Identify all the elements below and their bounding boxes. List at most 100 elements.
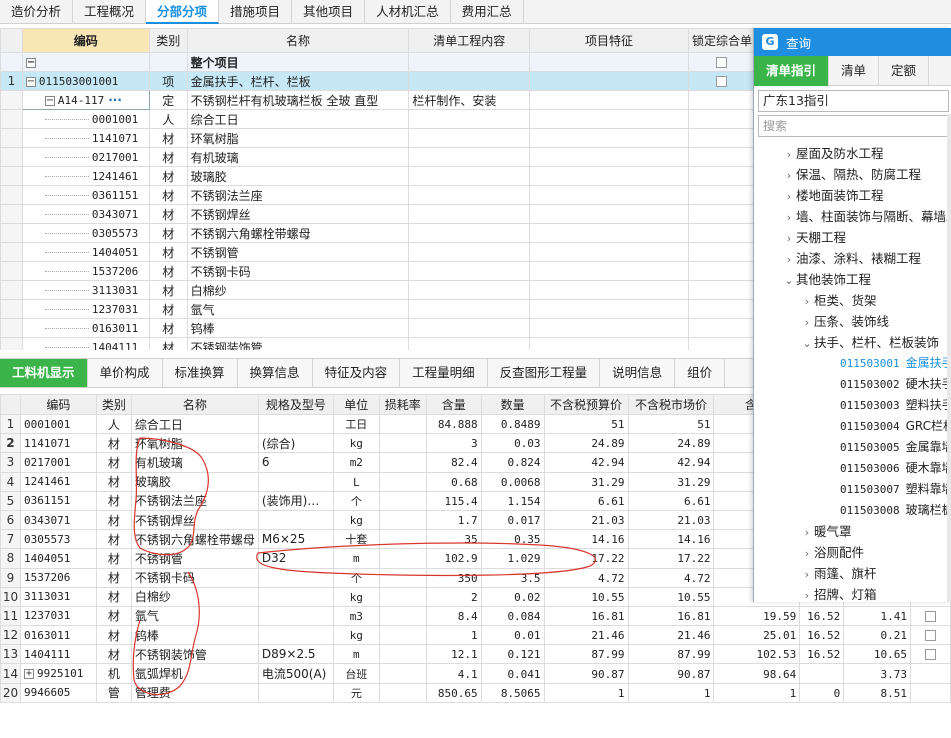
cell-c14[interactable]: 0.21	[843, 625, 912, 646]
cell-name[interactable]: 玻璃胶	[130, 471, 259, 492]
lock-price-header[interactable]: 锁定综合单	[687, 28, 756, 53]
detail-tab-7[interactable]: 说明信息	[600, 359, 676, 387]
cell-loss[interactable]	[378, 586, 427, 607]
top-tab-5[interactable]: 人材机汇总	[365, 0, 451, 24]
cell-name[interactable]: 有机玻璃	[130, 452, 259, 473]
quota-code-cell[interactable]: − A14-117 ···	[21, 90, 150, 110]
cell-unit[interactable]: 台班	[332, 663, 380, 684]
cell-qty[interactable]: 8.5065	[480, 682, 545, 703]
cell-name[interactable]: 环氧树脂	[130, 433, 259, 454]
cell-unit[interactable]: m	[332, 548, 380, 569]
tree-node[interactable]: 011503008 玻璃栏板	[754, 500, 951, 521]
cell-name[interactable]: 钨棒	[130, 625, 259, 646]
chevron-right-icon[interactable]: ›	[800, 543, 814, 564]
cell-qty[interactable]: 0.03	[480, 433, 545, 454]
cell-budget[interactable]: 21.03	[543, 509, 629, 531]
cell-type[interactable]: 材	[95, 509, 132, 531]
resource-header-3[interactable]: 名称	[130, 394, 259, 415]
cell-type[interactable]: 材	[95, 471, 132, 492]
material-code-cell[interactable]: 0163011	[21, 318, 150, 338]
cell-type[interactable]: 材	[95, 529, 132, 550]
collapse-icon[interactable]: −	[25, 57, 36, 68]
material-row[interactable]: 3113031 材白棉纱	[0, 280, 756, 300]
cell-unit[interactable]: kg	[332, 625, 380, 646]
cell-c15[interactable]	[910, 625, 951, 646]
cell-unit[interactable]: 个	[332, 490, 380, 511]
feature-header[interactable]: 项目特征	[529, 28, 689, 53]
cell-spec[interactable]: M6×25	[257, 529, 334, 550]
lock-cell[interactable]	[687, 71, 756, 91]
cell-unit[interactable]: 工日	[332, 413, 380, 435]
cell-loss[interactable]	[378, 663, 427, 684]
cell-qty[interactable]: 0.8489	[480, 413, 545, 435]
detail-tab-2[interactable]: 标准换算	[163, 359, 238, 387]
chevron-right-icon[interactable]: ›	[782, 207, 796, 228]
cell-type[interactable]: 材	[95, 452, 132, 473]
resource-header-6[interactable]: 损耗率	[378, 394, 427, 415]
cell-unit[interactable]: m	[332, 644, 380, 665]
cell-budget[interactable]: 10.55	[543, 586, 629, 607]
row-checkbox[interactable]	[925, 630, 937, 642]
resource-row[interactable]: 20 9946605 管管理费 元 850.65 8.5065 1 1 1 0 8.51	[0, 682, 951, 703]
cell-tax[interactable]: 98.64	[713, 663, 801, 684]
item-code-cell[interactable]: −011503001001	[21, 71, 150, 91]
query-tab-0[interactable]: 清单指引	[754, 56, 830, 86]
cell-budget[interactable]: 4.72	[543, 567, 629, 588]
cell-type[interactable]: 材	[95, 548, 132, 569]
cell-qty[interactable]: 0.041	[480, 663, 545, 684]
tree-node[interactable]: 011503003 塑料扶手	[754, 395, 951, 416]
cell-type[interactable]: 材	[95, 625, 132, 646]
cell-unit[interactable]: 十套	[332, 529, 380, 550]
resource-header-9[interactable]: 不含税预算价	[543, 394, 629, 415]
cell-market[interactable]: 16.81	[627, 605, 715, 627]
cell-spec[interactable]	[257, 509, 334, 531]
cell-budget[interactable]: 31.29	[543, 471, 629, 492]
cell-loss[interactable]	[378, 413, 427, 435]
cell-name[interactable]: 不锈钢装饰管	[130, 644, 259, 665]
cell-loss[interactable]	[378, 529, 427, 550]
top-tab-6[interactable]: 费用汇总	[451, 0, 524, 24]
cell-loss[interactable]	[378, 567, 427, 588]
lock-cell[interactable]	[687, 52, 756, 72]
tree-node[interactable]: › 招牌、灯箱	[754, 584, 951, 602]
chevron-right-icon[interactable]: ›	[782, 186, 796, 207]
section-code-cell[interactable]: −	[21, 52, 150, 72]
cell-code[interactable]: 1237031	[19, 605, 97, 627]
material-row[interactable]: 0305573 材不锈钢六角螺栓带螺母	[0, 223, 756, 243]
section-row[interactable]: − 整个项目	[0, 52, 756, 72]
material-code-cell[interactable]: 1141071	[21, 128, 150, 148]
cell-spec[interactable]: (综合)	[257, 433, 334, 454]
cell-c13[interactable]: 0	[799, 682, 845, 703]
cell-loss[interactable]	[378, 433, 427, 454]
material-row[interactable]: 0163011 材钨棒	[0, 318, 756, 338]
row-checkbox[interactable]	[925, 649, 937, 661]
material-code-cell[interactable]: 0361151	[21, 185, 150, 205]
resource-header-2[interactable]: 类别	[95, 394, 132, 415]
cell-market[interactable]: 42.94	[627, 452, 715, 473]
cell-loss[interactable]	[378, 490, 427, 511]
cell-c14[interactable]: 3.73	[843, 663, 912, 684]
cell-name[interactable]: 综合工日	[130, 413, 259, 435]
tree-node[interactable]: › 屋面及防水工程	[754, 143, 951, 164]
cell-market[interactable]: 21.46	[627, 625, 715, 646]
cell-c14[interactable]: 1.41	[843, 605, 912, 627]
cell-market[interactable]: 51	[627, 413, 715, 435]
query-tab-2[interactable]: 定额	[879, 56, 930, 86]
type-header[interactable]: 类别	[148, 28, 188, 53]
tree-scrollbar[interactable]	[947, 114, 951, 602]
resource-header-7[interactable]: 含量	[425, 394, 482, 415]
region-select[interactable]: 广东13指引	[758, 90, 949, 112]
cell-c13[interactable]: 16.52	[799, 605, 845, 627]
cell-name[interactable]: 氩弧焊机	[130, 663, 259, 684]
cell-code[interactable]: 3113031	[19, 586, 97, 607]
tree-node[interactable]: › 保温、隔热、防腐工程	[754, 164, 951, 185]
cell-c13[interactable]: 16.52	[799, 625, 845, 646]
cell-qty[interactable]: 0.121	[480, 644, 545, 665]
cell-loss[interactable]	[378, 605, 427, 627]
material-code-cell[interactable]: 0305573	[21, 223, 150, 243]
cell-spec[interactable]	[257, 413, 334, 435]
detail-tab-4[interactable]: 特征及内容	[313, 359, 401, 387]
lock-checkbox[interactable]	[716, 57, 728, 68]
cell-content[interactable]: 3	[425, 433, 482, 454]
cell-budget[interactable]: 6.61	[543, 490, 629, 511]
